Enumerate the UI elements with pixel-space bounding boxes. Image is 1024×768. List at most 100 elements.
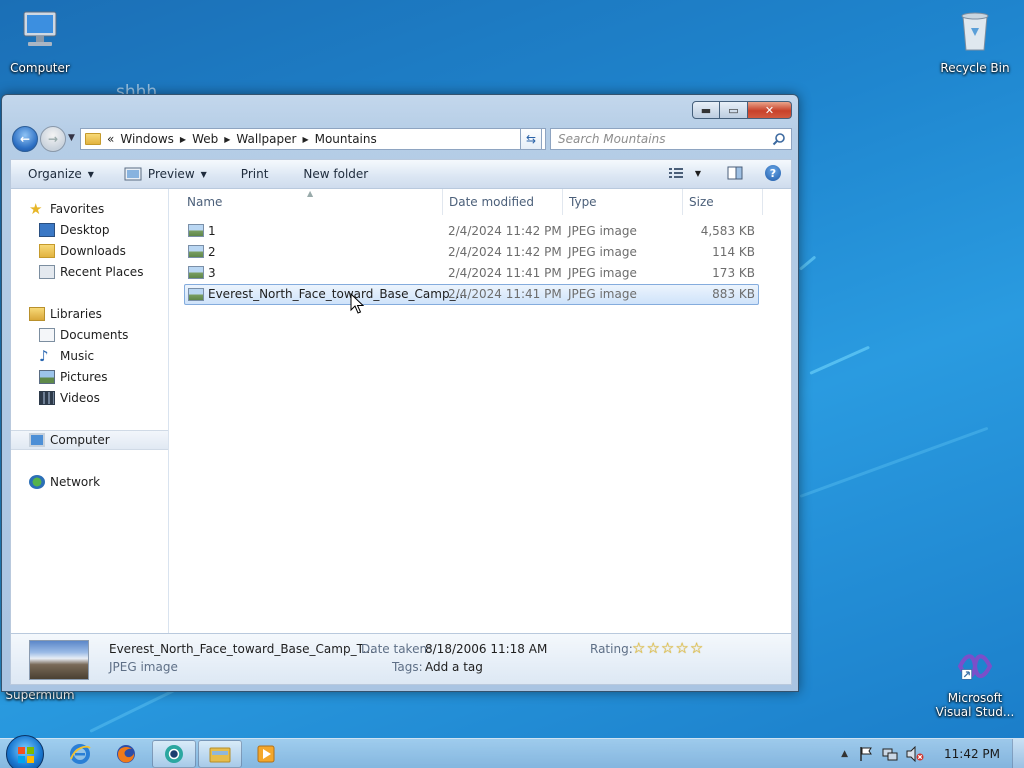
taskbar: ▲ 11:42 PM bbox=[0, 735, 1024, 768]
refresh-button[interactable]: ⇆ bbox=[520, 128, 542, 150]
column-separator[interactable] bbox=[762, 189, 763, 215]
image-thumbnail bbox=[29, 640, 89, 680]
explorer-window[interactable]: ▬ ▭ ✕ ← → ▼ « Windows ▶ Web ▶ Wallpaper … bbox=[1, 94, 799, 692]
nav-item-desktop[interactable]: Desktop bbox=[11, 220, 168, 240]
close-button[interactable]: ✕ bbox=[748, 101, 792, 119]
nav-item-documents[interactable]: Documents bbox=[11, 325, 168, 345]
system-tray: ▲ 11:42 PM bbox=[841, 739, 1024, 768]
preview-button[interactable]: Preview ▼ bbox=[104, 167, 217, 181]
media-player-icon bbox=[257, 745, 275, 763]
action-center-flag-icon[interactable] bbox=[858, 746, 874, 762]
organize-button[interactable]: Organize ▼ bbox=[11, 167, 104, 181]
search-input[interactable] bbox=[558, 132, 758, 146]
breadcrumb-windows[interactable]: Windows bbox=[114, 132, 180, 146]
taskbar-clock[interactable]: 11:42 PM bbox=[924, 747, 1024, 761]
volume-muted-icon[interactable] bbox=[906, 746, 924, 762]
column-header-size[interactable]: Size bbox=[672, 189, 762, 215]
nav-item-favorites[interactable]: ★ Favorites bbox=[11, 199, 168, 219]
star-icon[interactable]: ☆ bbox=[690, 641, 703, 656]
nav-item-recent-places[interactable]: Recent Places bbox=[11, 262, 168, 282]
network-status-icon[interactable] bbox=[882, 746, 898, 762]
pictures-icon bbox=[39, 370, 55, 384]
table-row-selected[interactable]: Everest_North_Face_toward_Base_Camp_... … bbox=[184, 284, 759, 305]
maximize-icon: ▭ bbox=[728, 103, 739, 117]
star-icon: ★ bbox=[29, 200, 43, 218]
file-size: 114 KB bbox=[712, 245, 755, 259]
rating-stars[interactable]: ☆☆☆☆☆ bbox=[632, 641, 704, 656]
start-button[interactable] bbox=[6, 735, 44, 768]
print-button[interactable]: Print bbox=[217, 167, 279, 181]
column-header-label: Type bbox=[569, 195, 597, 209]
new-folder-button[interactable]: New folder bbox=[278, 167, 378, 181]
wallpaper-streak bbox=[799, 255, 817, 271]
nav-item-label: Network bbox=[50, 475, 101, 489]
breadcrumb-wallpaper[interactable]: Wallpaper bbox=[230, 132, 302, 146]
nav-item-network[interactable]: Network bbox=[11, 472, 168, 492]
table-row[interactable]: 1 2/4/2024 11:42 PM JPEG image 4,583 KB bbox=[184, 221, 759, 242]
supermium-icon bbox=[165, 745, 183, 763]
command-bar-right: ▼ ? bbox=[668, 165, 781, 181]
breadcrumb-web[interactable]: Web bbox=[186, 132, 224, 146]
nav-item-libraries[interactable]: Libraries bbox=[11, 304, 168, 324]
search-box[interactable] bbox=[550, 128, 792, 150]
taskbar-supermium[interactable] bbox=[152, 740, 196, 768]
show-hidden-icons-icon[interactable]: ▲ bbox=[841, 749, 848, 759]
breadcrumb-overflow[interactable]: « bbox=[105, 132, 114, 146]
date-taken-value[interactable]: 8/18/2006 11:18 AM bbox=[425, 642, 547, 656]
documents-icon bbox=[39, 328, 55, 342]
table-row[interactable]: 3 2/4/2024 11:41 PM JPEG image 173 KB bbox=[184, 263, 759, 284]
folder-icon bbox=[85, 133, 101, 145]
nav-item-label: Pictures bbox=[60, 370, 108, 384]
taskbar-windows-explorer[interactable] bbox=[198, 740, 242, 768]
file-name: Everest_North_Face_toward_Base_Camp_... bbox=[208, 287, 468, 301]
file-size: 883 KB bbox=[712, 287, 755, 301]
show-desktop-button[interactable] bbox=[1012, 739, 1024, 768]
rating-label: Rating: bbox=[590, 642, 633, 656]
minimize-button[interactable]: ▬ bbox=[692, 101, 720, 119]
back-button[interactable]: ← bbox=[12, 126, 38, 152]
nav-item-label: Computer bbox=[50, 433, 110, 447]
file-name: 2 bbox=[208, 245, 216, 259]
nav-item-music[interactable]: ♪ Music bbox=[11, 346, 168, 366]
address-bar[interactable]: « Windows ▶ Web ▶ Wallpaper ▶ Mountains … bbox=[80, 128, 546, 150]
taskbar-media-player[interactable] bbox=[244, 740, 288, 768]
column-header-type[interactable]: Type bbox=[552, 189, 672, 215]
column-header-name[interactable]: Name bbox=[170, 189, 442, 215]
preview-pane-icon[interactable] bbox=[727, 166, 743, 180]
details-pane: Everest_North_Face_toward_Base_Camp_T...… bbox=[10, 633, 792, 685]
nav-item-label: Downloads bbox=[60, 244, 126, 258]
recent-pages-button[interactable]: ▼ bbox=[68, 133, 75, 143]
desktop-icon-visual-studio[interactable]: Microsoft Visual Stud... bbox=[935, 648, 1015, 719]
nav-item-downloads[interactable]: Downloads bbox=[11, 241, 168, 261]
internet-explorer-icon bbox=[70, 744, 91, 764]
forward-button[interactable]: → bbox=[40, 126, 66, 152]
search-icon[interactable] bbox=[772, 132, 786, 146]
column-header-date-modified[interactable]: Date modified bbox=[432, 189, 552, 215]
star-icon[interactable]: ☆ bbox=[632, 641, 645, 656]
breadcrumb-mountains[interactable]: Mountains bbox=[309, 132, 383, 146]
taskbar-internet-explorer[interactable] bbox=[58, 740, 102, 768]
jpeg-file-icon bbox=[188, 288, 204, 301]
tags-value[interactable]: Add a tag bbox=[425, 660, 483, 674]
nav-item-label: Desktop bbox=[60, 223, 110, 237]
file-type: JPEG image bbox=[568, 245, 637, 259]
change-view-button[interactable]: ▼ bbox=[668, 167, 701, 179]
star-icon[interactable]: ☆ bbox=[646, 641, 659, 656]
nav-item-label: Favorites bbox=[50, 202, 105, 216]
table-row[interactable]: 2 2/4/2024 11:42 PM JPEG image 114 KB bbox=[184, 242, 759, 263]
star-icon[interactable]: ☆ bbox=[675, 641, 688, 656]
maximize-button[interactable]: ▭ bbox=[720, 101, 748, 119]
recent-places-icon bbox=[39, 265, 55, 279]
column-header-label: Size bbox=[689, 195, 714, 209]
taskbar-firefox[interactable] bbox=[104, 740, 148, 768]
nav-item-videos[interactable]: Videos bbox=[11, 388, 168, 408]
mouse-cursor-icon bbox=[350, 293, 364, 314]
file-size: 4,583 KB bbox=[700, 224, 755, 238]
desktop-icon-computer[interactable]: Computer bbox=[0, 8, 80, 75]
jpeg-file-icon bbox=[188, 224, 204, 237]
desktop-icon-recycle-bin[interactable]: Recycle Bin bbox=[935, 8, 1015, 75]
nav-item-computer[interactable]: Computer bbox=[11, 430, 168, 450]
help-button[interactable]: ? bbox=[765, 165, 781, 181]
star-icon[interactable]: ☆ bbox=[661, 641, 674, 656]
nav-item-pictures[interactable]: Pictures bbox=[11, 367, 168, 387]
